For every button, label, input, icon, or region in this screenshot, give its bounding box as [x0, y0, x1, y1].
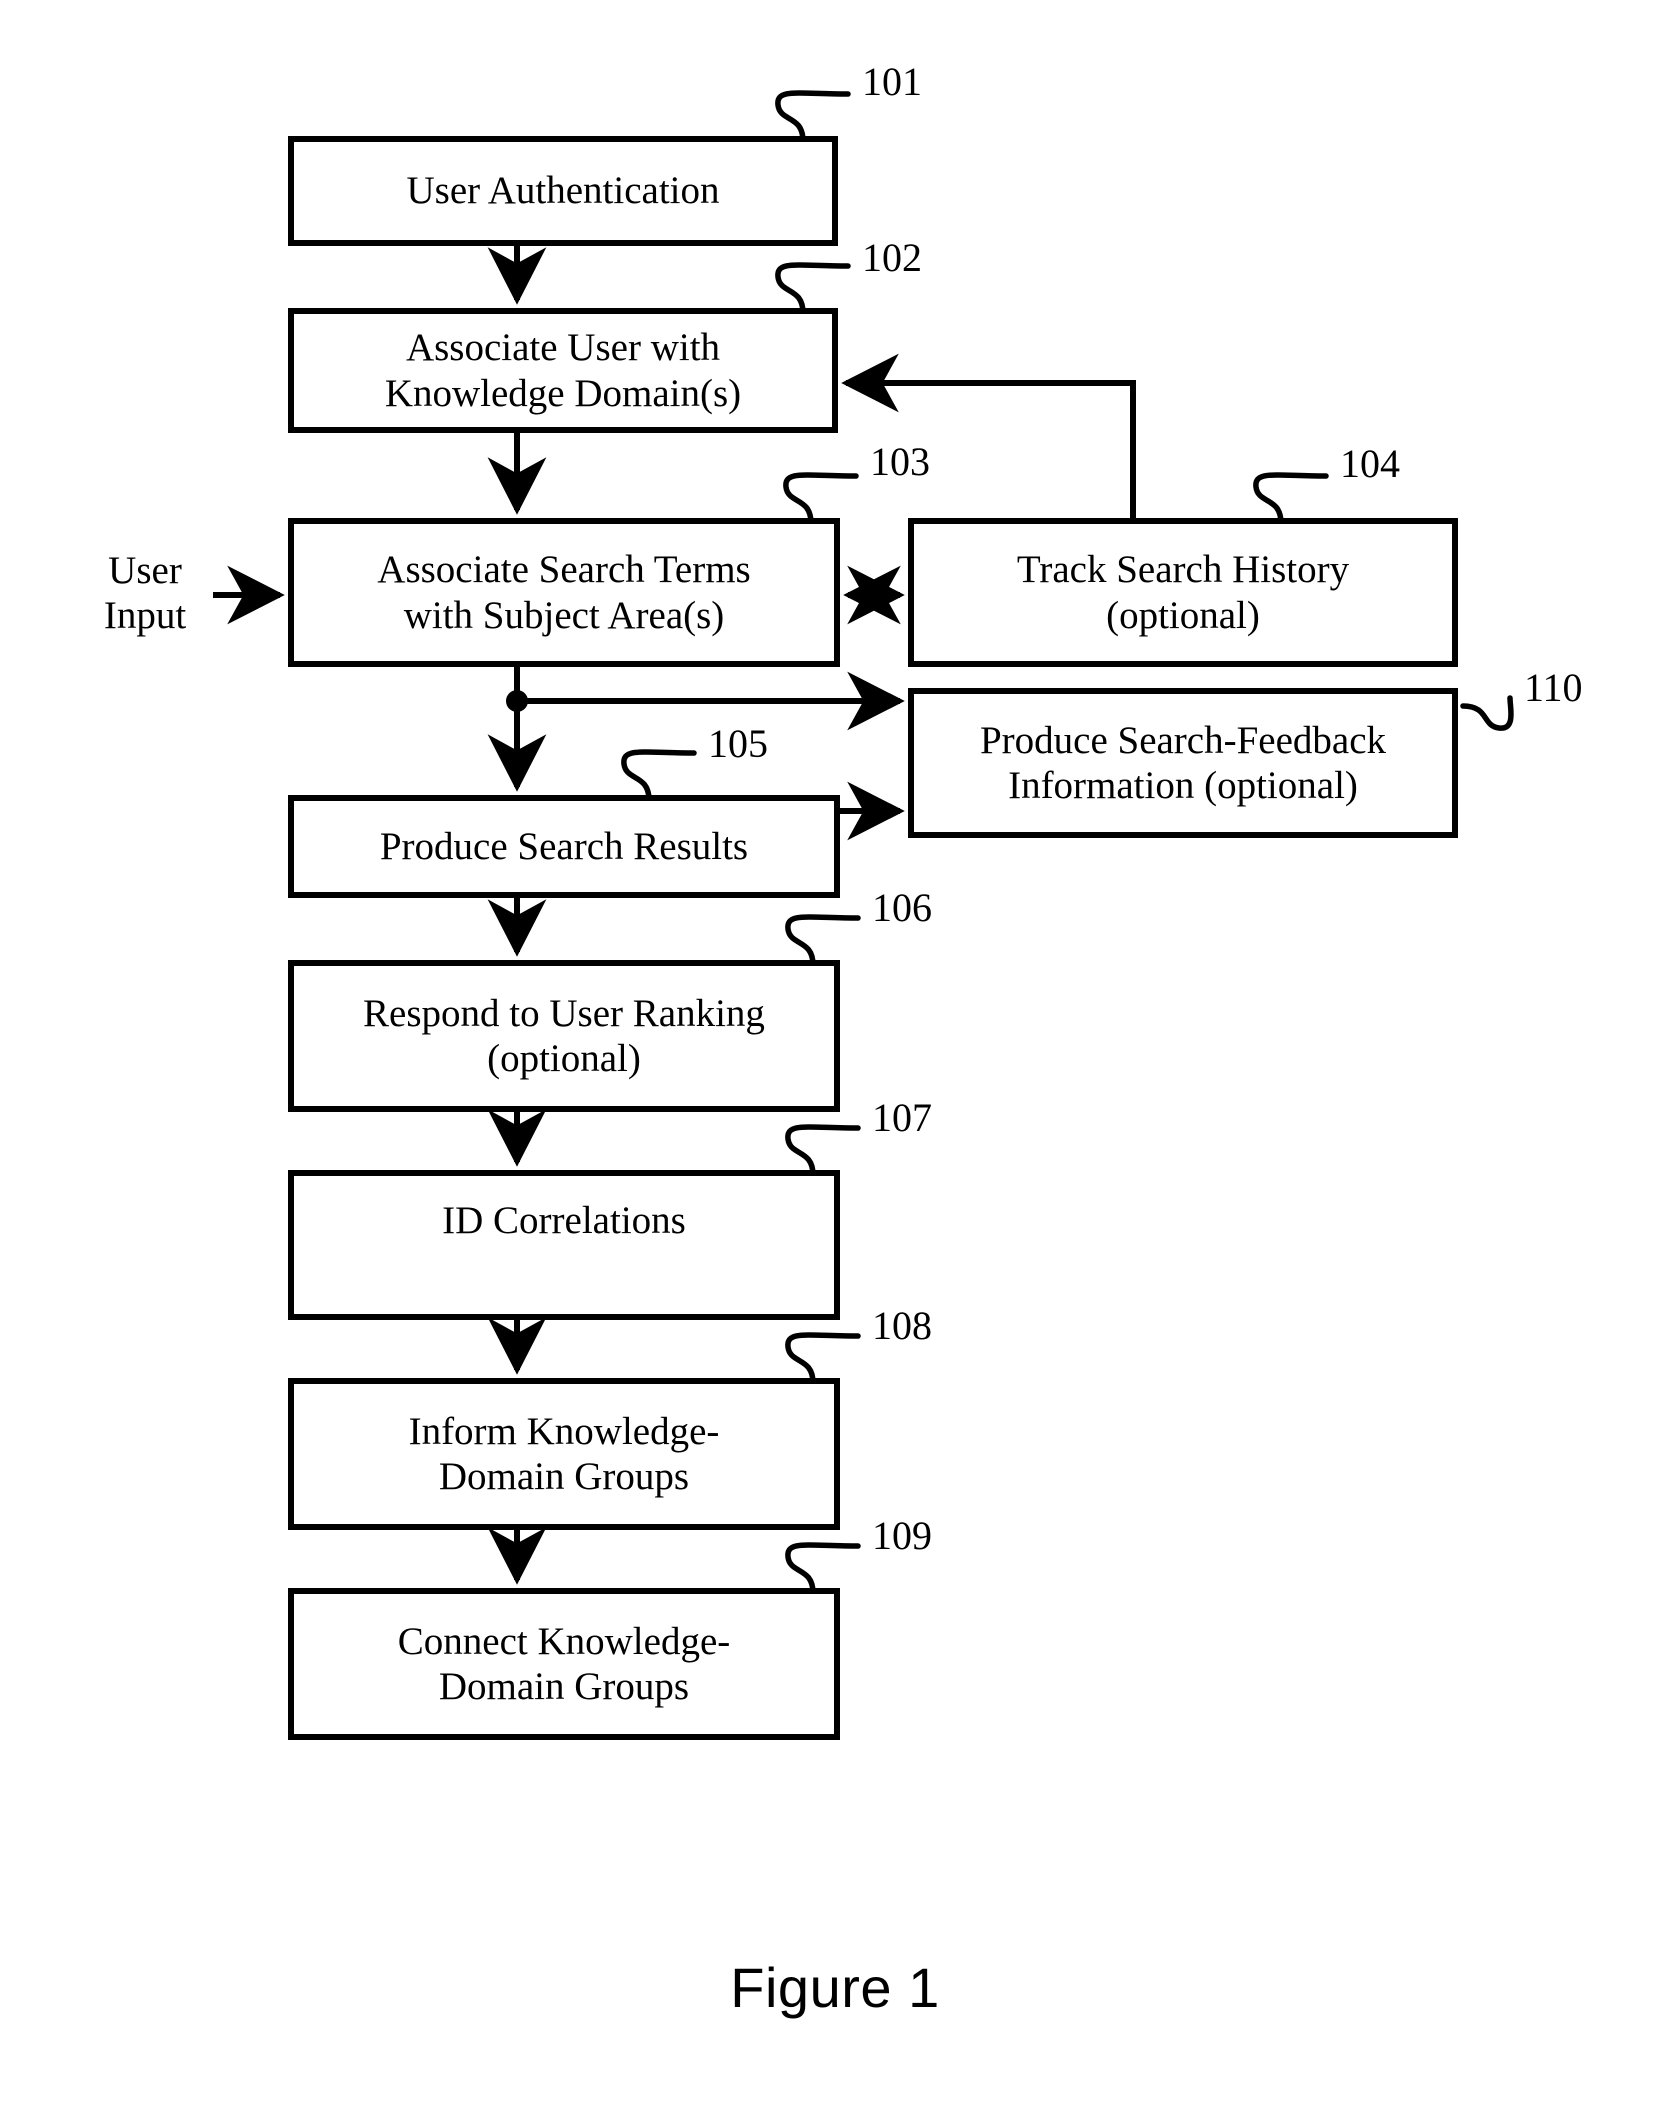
- process-box-107-label: ID Correlations: [442, 1199, 686, 1242]
- process-box-104-label: Track Search History (optional): [1016, 548, 1350, 637]
- process-box-102-label: Associate User with Knowledge Domain(s): [384, 326, 742, 415]
- ref-number-102: 102: [862, 235, 922, 280]
- process-box-108-label: Inform Knowledge- Domain Groups: [408, 1409, 720, 1498]
- process-box-110-label: Produce Search-Feedback Information (opti…: [979, 718, 1387, 807]
- process-box-103[interactable]: Associate Search Terms with Subject Area(…: [288, 518, 840, 667]
- process-box-101[interactable]: User Authentication: [288, 136, 838, 246]
- leadline-108: [785, 1332, 861, 1386]
- process-box-106-label: Respond to User Ranking (optional): [363, 991, 765, 1080]
- branch-junction-dot: [506, 690, 528, 712]
- ref-number-107: 107: [872, 1095, 932, 1140]
- process-box-110[interactable]: Produce Search-Feedback Information (opti…: [908, 688, 1458, 838]
- ref-number-101: 101: [862, 59, 922, 104]
- process-box-102[interactable]: Associate User with Knowledge Domain(s): [288, 308, 838, 433]
- leadline-107: [785, 1124, 861, 1178]
- process-box-108[interactable]: Inform Knowledge- Domain Groups: [288, 1378, 840, 1530]
- leadline-105: [621, 749, 697, 803]
- leadline-109: [785, 1542, 861, 1596]
- process-box-109-label: Connect Knowledge- Domain Groups: [397, 1619, 731, 1708]
- user-input-label: User Input: [103, 549, 187, 638]
- leadline-106: [785, 914, 861, 968]
- ref-number-103: 103: [870, 439, 930, 484]
- process-box-101-label: User Authentication: [406, 169, 720, 213]
- ref-number-104: 104: [1340, 441, 1400, 486]
- process-box-104[interactable]: Track Search History (optional): [908, 518, 1458, 667]
- process-box-105[interactable]: Produce Search Results: [288, 795, 840, 898]
- leadline-104: [1253, 472, 1329, 526]
- process-box-103-label: Associate Search Terms with Subject Area(…: [377, 548, 751, 637]
- ref-number-110: 110: [1524, 665, 1583, 710]
- ref-number-109: 109: [872, 1513, 932, 1558]
- leadline-103: [783, 472, 859, 526]
- process-box-109[interactable]: Connect Knowledge- Domain Groups: [288, 1588, 840, 1740]
- patent-figure-page: User Authentication Associate User with K…: [0, 0, 1670, 2120]
- leadline-110: [1460, 695, 1514, 731]
- process-box-105-label: Produce Search Results: [379, 824, 749, 868]
- ref-number-106: 106: [872, 885, 932, 930]
- figure-caption: Figure 1: [730, 1956, 940, 2019]
- leadline-101: [775, 90, 851, 144]
- ref-number-105: 105: [708, 721, 768, 766]
- process-box-107[interactable]: ID Correlations: [288, 1170, 840, 1320]
- leadline-102: [775, 262, 851, 316]
- ref-number-108: 108: [872, 1303, 932, 1348]
- process-box-106[interactable]: Respond to User Ranking (optional): [288, 960, 840, 1112]
